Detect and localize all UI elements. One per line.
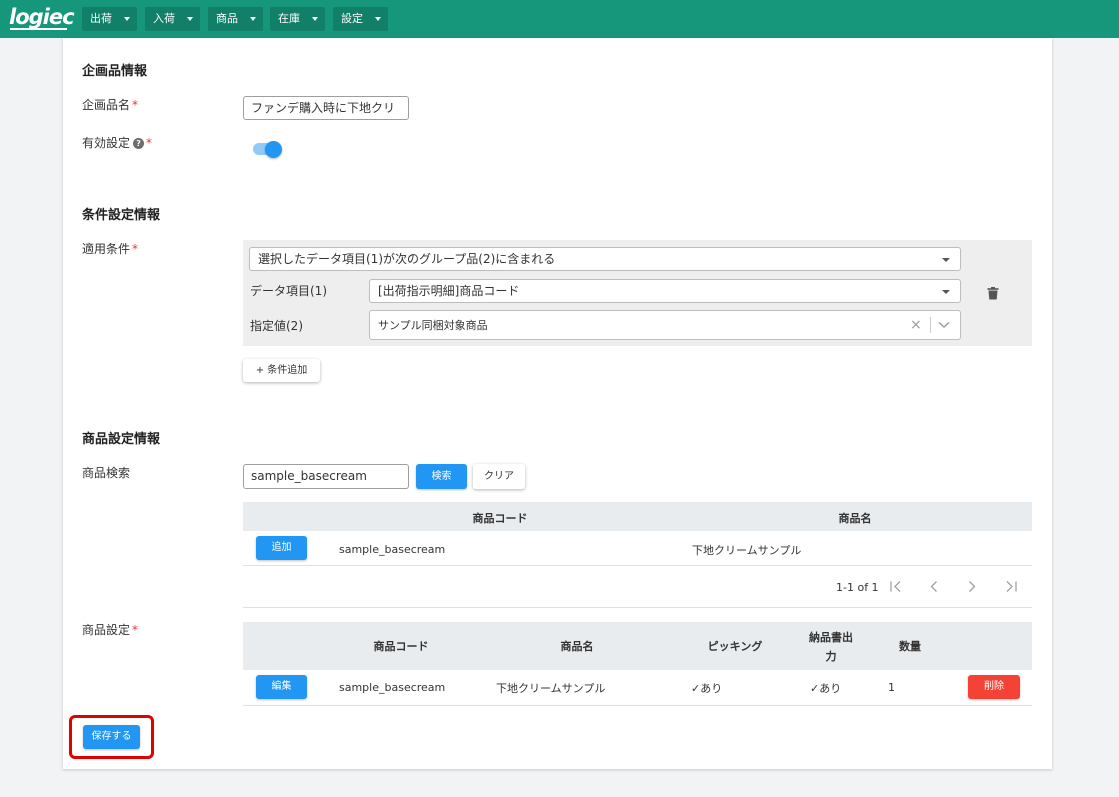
- result-product-name: 下地クリームサンプル: [692, 544, 802, 557]
- nav-menu-products[interactable]: 商品: [208, 7, 263, 31]
- add-condition-button[interactable]: + 条件追加: [243, 359, 320, 382]
- clear-button[interactable]: クリア: [473, 464, 525, 489]
- settings-header-picking: ピッキング: [707, 640, 763, 653]
- settings-header-name: 商品名: [560, 640, 594, 653]
- settings-header-invoice-line1: 納品書出: [809, 631, 853, 644]
- product-settings-label-text: 商品設定: [82, 623, 131, 637]
- nav-menu-shipping-label: 出荷: [90, 12, 112, 25]
- product-search-label: 商品検索: [82, 466, 131, 480]
- row-divider: [243, 705, 1032, 706]
- data-item-label: データ項目(1): [250, 284, 327, 298]
- result-product-code: sample_basecream: [339, 543, 446, 556]
- setting-picking-value: ✓あり: [691, 682, 723, 695]
- column-header-name: 商品名: [838, 512, 872, 525]
- last-page-icon[interactable]: [1004, 580, 1018, 593]
- campaign-name-label-text: 企画品名: [82, 98, 131, 112]
- column-header-code: 商品コード: [472, 512, 528, 525]
- clear-x-icon[interactable]: ×: [910, 311, 922, 339]
- next-page-icon[interactable]: [967, 580, 977, 593]
- chevron-down-icon[interactable]: [938, 321, 950, 329]
- active-setting-label-text: 有効設定: [82, 136, 131, 150]
- campaign-name-input[interactable]: ファンデ購入時に下地クリ: [243, 96, 409, 120]
- nav-menu-receiving[interactable]: 入荷: [145, 7, 200, 31]
- prev-page-icon[interactable]: [929, 580, 939, 593]
- top-navbar: logiec 出荷 入荷 商品 在庫 設定: [0, 0, 1119, 38]
- edit-product-button[interactable]: 編集: [256, 675, 307, 699]
- caret-down-icon: [187, 17, 193, 21]
- spec-value-select[interactable]: サンプル同梱対象商品 ×: [369, 310, 961, 340]
- select-divider: [930, 317, 931, 333]
- nav-menu-inventory-label: 在庫: [278, 12, 300, 25]
- apply-condition-label: 適用条件 *: [82, 240, 138, 257]
- caret-down-icon: [375, 17, 381, 21]
- campaign-name-label: 企画品名 *: [82, 96, 138, 113]
- setting-invoice-value: ✓あり: [810, 682, 842, 695]
- settings-header-code: 商品コード: [373, 640, 429, 653]
- nav-menu-shipping[interactable]: 出荷: [82, 7, 137, 31]
- condition-type-value: 選択したデータ項目(1)が次のグループ品(2)に含まれる: [258, 252, 556, 266]
- logo-underline: [10, 28, 67, 30]
- add-product-button[interactable]: 追加: [256, 536, 307, 560]
- apply-condition-label-text: 適用条件: [82, 242, 131, 256]
- condition-type-select[interactable]: 選択したデータ項目(1)が次のグループ品(2)に含まれる: [249, 247, 961, 271]
- caret-down-icon: [124, 17, 130, 21]
- caret-down-icon: [250, 17, 256, 21]
- trash-icon[interactable]: [987, 287, 999, 300]
- highlight-annotation: [69, 715, 154, 759]
- product-search-input[interactable]: sample_basecream: [243, 464, 409, 489]
- dropdown-arrow-icon: [942, 290, 950, 294]
- setting-qty-value: 1: [888, 681, 895, 694]
- active-setting-label: 有効設定? *: [82, 134, 152, 151]
- nav-menu-settings-label: 設定: [341, 12, 363, 25]
- nav-menu-settings[interactable]: 設定: [333, 7, 388, 31]
- active-toggle-knob[interactable]: [265, 141, 282, 158]
- table-divider: [243, 607, 1032, 608]
- setting-product-name: 下地クリームサンプル: [496, 682, 606, 695]
- nav-menu-inventory[interactable]: 在庫: [270, 7, 325, 31]
- nav-menu-products-label: 商品: [216, 12, 238, 25]
- pagination-info: 1-1 of 1: [836, 581, 879, 594]
- nav-menu-receiving-label: 入荷: [153, 12, 175, 25]
- settings-header-invoice-line2: 力: [825, 650, 837, 663]
- data-item-value: [出荷指示明細]商品コード: [378, 284, 520, 298]
- spec-value-label: 指定値(2): [250, 319, 303, 333]
- required-mark: *: [132, 98, 139, 112]
- settings-header-qty: 数量: [899, 640, 921, 653]
- campaign-section-title: 企画品情報: [82, 64, 148, 79]
- logo[interactable]: logiec: [9, 5, 75, 29]
- delete-product-button[interactable]: 削除: [968, 675, 1020, 699]
- dropdown-arrow-icon: [942, 258, 950, 262]
- setting-product-code: sample_basecream: [339, 681, 446, 694]
- help-icon[interactable]: ?: [133, 138, 145, 149]
- search-button[interactable]: 検索: [416, 464, 467, 489]
- product-settings-label: 商品設定 *: [82, 621, 138, 638]
- caret-down-icon: [312, 17, 318, 21]
- required-mark: *: [146, 136, 153, 150]
- required-mark: *: [132, 242, 139, 256]
- first-page-icon[interactable]: [889, 580, 903, 593]
- data-item-select[interactable]: [出荷指示明細]商品コード: [369, 279, 961, 303]
- row-divider: [243, 565, 1032, 566]
- conditions-section-title: 条件設定情報: [82, 208, 161, 223]
- products-section-title: 商品設定情報: [82, 432, 161, 447]
- required-mark: *: [132, 623, 139, 637]
- spec-value-value: サンプル同梱対象商品: [378, 319, 488, 332]
